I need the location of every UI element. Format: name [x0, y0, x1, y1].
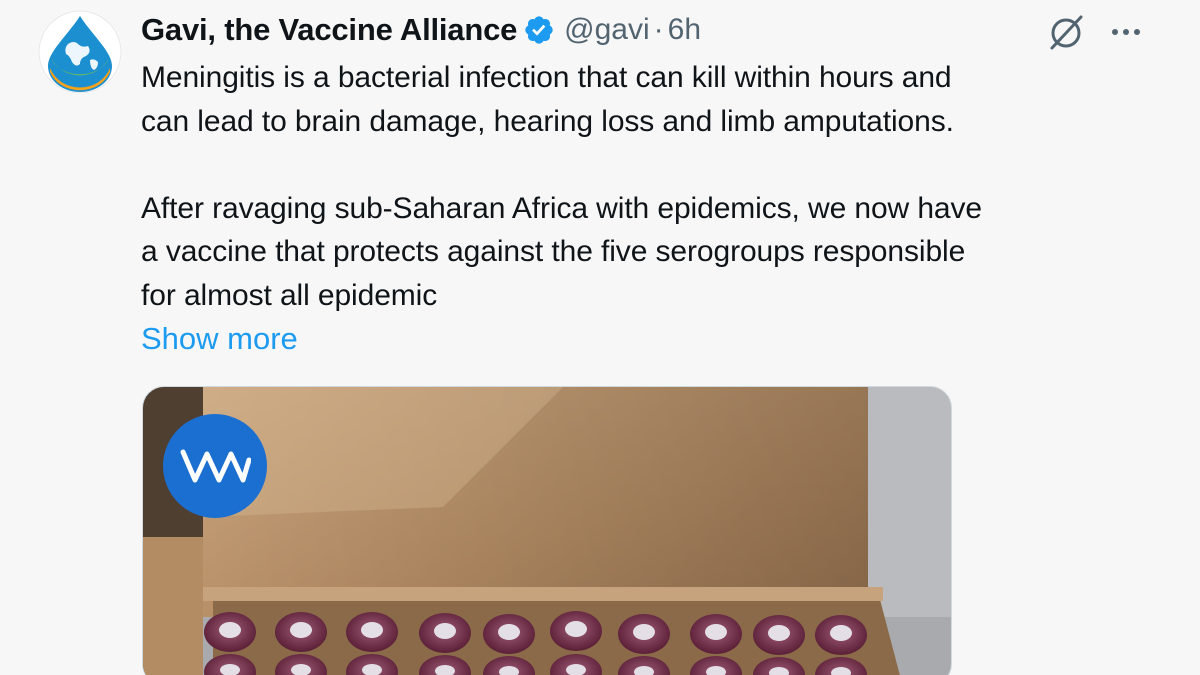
separator-dot: · — [653, 13, 664, 46]
author-handle[interactable]: @gavi — [564, 13, 650, 47]
avatar[interactable] — [38, 10, 122, 94]
tweet-text-line: a vaccine that protects against the five… — [141, 235, 966, 268]
wm-logo-icon — [180, 449, 251, 483]
tweet-text-line: After ravaging sub-Saharan Africa with e… — [141, 191, 983, 225]
tweet-text-line: Meningitis is a bacterial infection that… — [141, 61, 952, 94]
gavi-logo-icon — [38, 10, 122, 94]
tweet-card[interactable]: Gavi, the Vaccine Alliance @gavi · 6h Me… — [0, 0, 1200, 675]
tweet-text-line: for almost all epidemic — [141, 278, 438, 312]
tweet-text-line: can lead to brain damage, hearing loss a… — [141, 104, 954, 138]
grok-icon[interactable] — [1046, 12, 1086, 52]
show-more-link[interactable]: Show more — [141, 317, 298, 360]
vaccine-vials-photo — [143, 387, 951, 675]
verified-badge-icon[interactable] — [523, 14, 555, 46]
tweet-text: Meningitis is a bacterial infection that… — [141, 56, 1141, 317]
author-display-name[interactable]: Gavi, the Vaccine Alliance — [141, 12, 517, 48]
media-watermark-badge — [163, 414, 267, 518]
more-options-icon[interactable] — [1108, 14, 1144, 50]
timestamp[interactable]: 6h — [668, 13, 701, 47]
tweet-media-image[interactable] — [142, 386, 952, 675]
tweet-header: Gavi, the Vaccine Alliance @gavi · 6h — [141, 8, 701, 52]
